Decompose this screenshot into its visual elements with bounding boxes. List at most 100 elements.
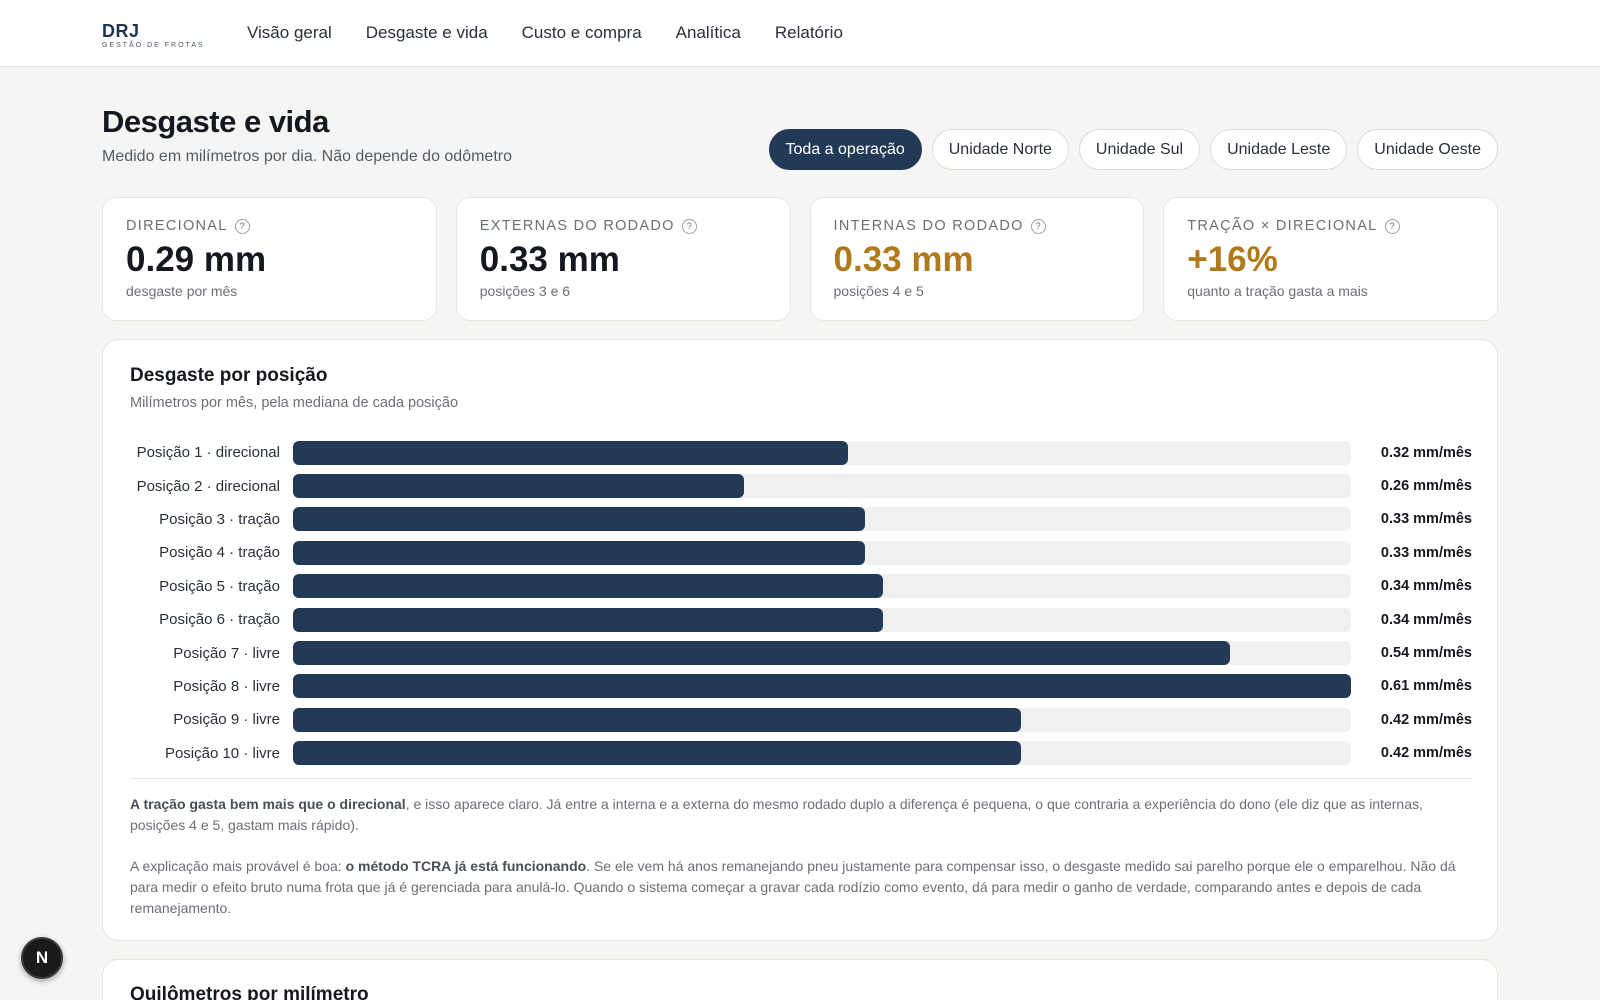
help-icon[interactable]: ?	[1030, 218, 1046, 234]
panel-title: Desgaste por posição	[130, 365, 328, 386]
bar-label: Posição 4 · tração	[159, 544, 280, 562]
kpi-label: Direcional ?	[126, 218, 413, 234]
bar-label: Posição 9 · livre	[173, 711, 280, 729]
kpi-card-internas: Internas do rodado ? 0.33 mm posições 4 …	[809, 197, 1145, 321]
brand-logo[interactable]: DRJ GESTÃO DE FROTAS	[102, 22, 205, 50]
bar-value-label: 0.34 mm/mês	[1380, 578, 1472, 595]
bar-label: Posição 3 · tração	[159, 510, 280, 528]
kpi-note: posições 3 e 6	[479, 283, 571, 299]
analysis-paragraph-1: A tração gasta bem mais que o direcional…	[130, 794, 1472, 836]
bar-value-label: 0.34 mm/mês	[1380, 611, 1472, 628]
kpi-card-externas: Externas do rodado ? 0.33 mm posições 3 …	[455, 197, 791, 321]
analysis-paragraph-2: A explicação mais provável é boa: o méto…	[130, 856, 1472, 919]
kpi-note: posições 4 e 5	[833, 283, 924, 299]
kpi-cards: Direcional ? 0.29 mm desgaste por mês Ex…	[102, 197, 1498, 321]
bar	[293, 507, 866, 532]
bar	[293, 674, 1351, 699]
kpi-label: Tração × direcional ?	[1187, 218, 1474, 234]
kpi-label-text: Direcional	[126, 218, 228, 234]
wear-bar-chart: Posição 1 · direcional 0.32 mm/mês Posição…	[130, 436, 1472, 770]
kpi-value: +16%	[1187, 240, 1278, 279]
page-title: Desgaste e vida	[102, 104, 329, 139]
help-icon[interactable]: ?	[681, 218, 697, 234]
unit-filter-group: Toda a operação Unidade Norte Unidade Su…	[768, 129, 1498, 170]
bar-row: Posição 7 · livre 0.54 mm/mês	[130, 636, 1472, 669]
kpi-value: 0.33 mm	[833, 240, 974, 279]
bar-label: Posição 10 · livre	[164, 744, 280, 762]
bar-label: Posição 2 · direcional	[136, 477, 280, 495]
bar-row: Posição 6 · tração 0.34 mm/mês	[130, 603, 1472, 636]
filter-unidade-oeste[interactable]: Unidade Oeste	[1357, 129, 1498, 170]
help-icon[interactable]: ?	[1384, 218, 1400, 234]
bar	[293, 707, 1022, 732]
bar-value-label: 0.26 mm/mês	[1380, 478, 1472, 495]
nav-item-desgaste-e-vida[interactable]: Desgaste e vida	[366, 22, 488, 44]
kpi-label: Externas do rodado ?	[480, 218, 767, 234]
kpi-label-text: Tração × direcional	[1187, 218, 1378, 234]
nav-item-relatorio[interactable]: Relatório	[775, 22, 843, 44]
bar-row: Posição 3 · tração 0.33 mm/mês	[130, 503, 1472, 536]
bar	[293, 474, 744, 499]
kpi-card-direcional: Direcional ? 0.29 mm desgaste por mês	[102, 197, 437, 321]
bar-row: Posição 10 · livre 0.42 mm/mês	[130, 737, 1472, 770]
bar-row: Posição 5 · tração 0.34 mm/mês	[130, 570, 1472, 603]
bar-value-label: 0.32 mm/mês	[1380, 444, 1472, 461]
bar-label: Posição 5 · tração	[159, 577, 280, 595]
bar-row: Posição 8 · livre 0.61 mm/mês	[130, 670, 1472, 703]
page-subtitle: Medido em milímetros por dia. Não depend…	[102, 148, 512, 165]
bar	[293, 540, 866, 565]
bar-label: Posição 8 · livre	[173, 677, 280, 695]
bar-track	[293, 440, 1351, 465]
brand-subtitle: GESTÃO DE FROTAS	[102, 42, 205, 49]
bar-track	[293, 474, 1351, 499]
bar-value-label: 0.54 mm/mês	[1380, 645, 1472, 662]
bar-value-label: 0.33 mm/mês	[1380, 511, 1472, 528]
analysis-text: A explicação mais provável é boa:	[130, 858, 346, 874]
bar-track	[293, 641, 1351, 666]
bar-track	[293, 707, 1351, 732]
bar-track	[293, 607, 1351, 632]
bar-value-label: 0.61 mm/mês	[1380, 678, 1472, 695]
bar	[293, 440, 849, 465]
bar-label: Posição 1 · direcional	[136, 444, 280, 462]
nav-item-custo-e-compra[interactable]: Custo e compra	[522, 22, 642, 44]
bar-value-label: 0.33 mm/mês	[1380, 544, 1472, 561]
filter-unidade-leste[interactable]: Unidade Leste	[1210, 129, 1348, 170]
brand-name: DRJ	[102, 21, 140, 41]
divider	[130, 778, 1472, 779]
kpi-card-tracao-direcional: Tração × direcional ? +16% quanto a traç…	[1163, 197, 1498, 321]
nav-item-visao-geral[interactable]: Visão geral	[247, 22, 332, 44]
bar-value-label: 0.42 mm/mês	[1380, 711, 1472, 728]
bar-row: Posição 2 · direcional 0.26 mm/mês	[130, 469, 1472, 502]
bar-value-label: 0.42 mm/mês	[1380, 745, 1472, 762]
panel-subtitle: Milímetros por mês, pela mediana de cada…	[130, 395, 459, 411]
main-nav: Visão geral Desgaste e vida Custo e comp…	[247, 22, 877, 44]
kpi-note: desgaste por mês	[126, 283, 238, 299]
panel-title: Quilômetros por milímetro	[130, 984, 369, 1000]
bar	[293, 607, 883, 632]
help-icon[interactable]: ?	[234, 218, 250, 234]
kpi-label: Internas do rodado ?	[834, 218, 1121, 234]
bar-track	[293, 507, 1351, 532]
wear-by-position-panel: Desgaste por posição Milímetros por mês,…	[102, 339, 1498, 941]
kpi-value: 0.33 mm	[479, 240, 620, 279]
analysis-highlight: o método TCRA já está funcionando	[345, 858, 587, 874]
bar	[293, 741, 1022, 766]
kpi-label-text: Externas do rodado	[479, 218, 675, 234]
kpi-value: 0.29 mm	[126, 240, 267, 279]
top-navigation-bar: DRJ GESTÃO DE FROTAS Visão geral Desgast…	[0, 0, 1600, 67]
filter-unidade-norte[interactable]: Unidade Norte	[931, 129, 1069, 170]
bar-track	[293, 674, 1351, 699]
nav-item-analitica[interactable]: Analítica	[676, 22, 741, 44]
bar	[293, 574, 883, 599]
filter-unidade-sul[interactable]: Unidade Sul	[1078, 129, 1201, 170]
kpi-label-text: Internas do rodado	[833, 218, 1024, 234]
next-devtools-button[interactable]: N	[21, 937, 63, 979]
analysis-highlight: A tração gasta bem mais que o direcional	[130, 796, 406, 812]
bar-row: Posição 1 · direcional 0.32 mm/mês	[130, 436, 1472, 469]
bar-row: Posição 4 · tração 0.33 mm/mês	[130, 536, 1472, 569]
bar	[293, 641, 1230, 666]
bar-label: Posição 7 · livre	[173, 644, 280, 662]
filter-toda-operacao[interactable]: Toda a operação	[768, 129, 922, 170]
bar-track	[293, 741, 1351, 766]
